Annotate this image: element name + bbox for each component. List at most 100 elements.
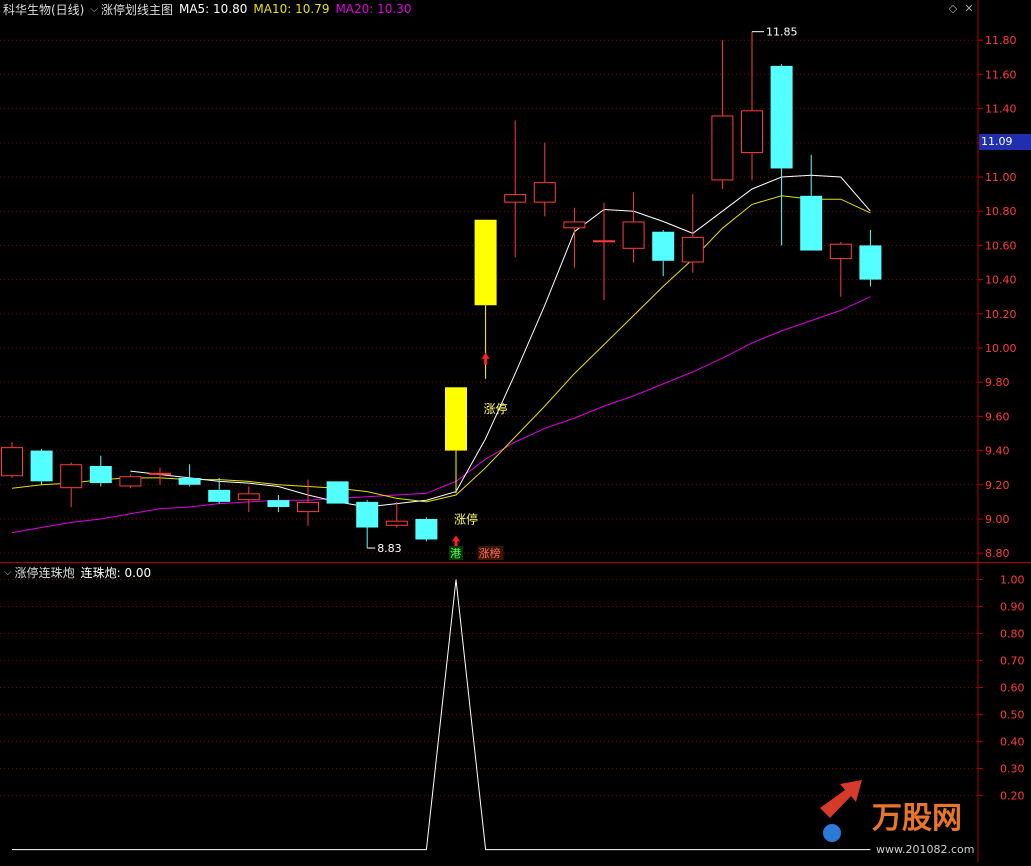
price-annotations: 11.85 8.83 涨停 涨停 港 涨榜 bbox=[367, 26, 798, 560]
sub-tick-label: 0.50 bbox=[1000, 709, 1025, 722]
close-icon[interactable]: ✕ bbox=[962, 2, 976, 16]
ma20-label: MA20: 10.30 bbox=[335, 2, 412, 16]
candle bbox=[504, 120, 527, 258]
candle bbox=[60, 462, 83, 507]
sub-tick-label: 0.40 bbox=[1000, 736, 1025, 749]
candle-body bbox=[208, 489, 231, 502]
high-marker: 11.85 bbox=[752, 26, 798, 39]
stock-title[interactable]: 科华生物(日线) bbox=[3, 1, 84, 18]
candle bbox=[356, 500, 379, 549]
arrow-shape bbox=[481, 352, 490, 365]
candle-body bbox=[89, 465, 112, 484]
sub-dropdown-icon[interactable]: ⌵ bbox=[4, 567, 12, 578]
watermark-brand: 万股网 bbox=[872, 801, 962, 836]
candle-body bbox=[711, 115, 734, 181]
candle-body bbox=[149, 472, 171, 475]
price-tick-label: 11.00 bbox=[985, 171, 1017, 184]
candle-body bbox=[593, 240, 615, 243]
candle-body bbox=[504, 194, 527, 203]
candle-body bbox=[385, 520, 408, 526]
price-tick-label: 11.60 bbox=[985, 68, 1017, 81]
sub-panel-title[interactable]: 涨停连珠炮 bbox=[15, 564, 75, 581]
candle bbox=[741, 31, 763, 181]
candle bbox=[89, 455, 112, 487]
indicator-name[interactable]: 涨停划线主图 bbox=[101, 1, 173, 18]
price-tick-label: 9.60 bbox=[985, 410, 1010, 423]
candle bbox=[593, 202, 615, 301]
candle bbox=[178, 464, 201, 487]
arrow-shape bbox=[452, 535, 460, 548]
candle-body bbox=[119, 476, 142, 487]
candle-body bbox=[859, 245, 882, 280]
candlestick-series[interactable] bbox=[1, 31, 882, 549]
candle-body bbox=[326, 481, 349, 504]
up-arrow-icon bbox=[481, 352, 490, 365]
price-tick-label: 10.00 bbox=[985, 342, 1017, 355]
candle-body bbox=[1, 447, 23, 477]
candle bbox=[800, 154, 823, 251]
sub-panel-value: 连珠炮: 0.00 bbox=[80, 565, 152, 580]
current-price-tag: 11.09 bbox=[979, 134, 1031, 150]
price-tick-label: 8.80 bbox=[985, 547, 1010, 560]
up-arrow-icon bbox=[452, 535, 460, 548]
candle bbox=[119, 474, 142, 489]
stock-chart[interactable]: 11.8011.6011.4011.2011.0010.8010.6010.40… bbox=[0, 0, 1031, 862]
logo-coin-icon bbox=[823, 824, 841, 842]
candle bbox=[711, 40, 734, 189]
tag-zhangbang[interactable]: 涨榜 bbox=[477, 546, 504, 560]
candle-body bbox=[800, 195, 823, 251]
candle-body bbox=[533, 182, 556, 203]
candle-body bbox=[237, 493, 260, 501]
candle-body bbox=[681, 236, 704, 263]
candle-body bbox=[297, 501, 319, 513]
sub-tick-label: 1.00 bbox=[1000, 574, 1025, 587]
candle bbox=[149, 467, 171, 485]
price-tick-label: 11.80 bbox=[985, 34, 1017, 47]
sub-tick-label: 0.80 bbox=[1000, 628, 1025, 641]
sub-panel-header: ⌵ 涨停连珠炮 连珠炮: 0.00 bbox=[0, 564, 157, 580]
candle-body bbox=[415, 518, 438, 540]
tag-gang-text: 港 bbox=[450, 547, 461, 560]
candle-body bbox=[741, 110, 763, 154]
watermark-url: www.201082.com bbox=[876, 843, 974, 856]
price-tick-label: 10.60 bbox=[985, 239, 1017, 252]
sub-tick-label: 0.90 bbox=[1000, 601, 1025, 614]
sub-tick-label: 0.20 bbox=[1000, 790, 1025, 803]
candle-body bbox=[770, 65, 793, 169]
candle bbox=[770, 64, 793, 246]
chart-header: 科华生物(日线) ⌵ 涨停划线主图 MA5: 10.80 MA10: 10.79… bbox=[0, 0, 418, 18]
candle-body bbox=[622, 221, 645, 249]
price-tick-label: 9.00 bbox=[985, 513, 1010, 526]
candle bbox=[652, 230, 675, 277]
candle bbox=[829, 241, 852, 297]
candle bbox=[859, 230, 882, 287]
candle-body bbox=[445, 387, 467, 451]
candle bbox=[415, 517, 438, 542]
candle bbox=[1, 442, 23, 478]
candle bbox=[533, 142, 556, 217]
sub-tick-label: 0.30 bbox=[1000, 763, 1025, 776]
candle bbox=[237, 486, 260, 513]
sub-tick-label: 0.60 bbox=[1000, 682, 1025, 695]
candle bbox=[622, 192, 645, 263]
price-tick-label: 9.20 bbox=[985, 479, 1010, 492]
sub-axis: 1.00 0.90 0.80 0.70 0.60 0.50 0.40 0.30 0.20 bbox=[978, 574, 1025, 803]
candle-body bbox=[474, 219, 497, 306]
tag-gang[interactable]: 港 bbox=[449, 546, 463, 560]
price-tick-label: 9.80 bbox=[985, 376, 1010, 389]
ma10-line bbox=[11, 195, 871, 503]
candle-body bbox=[60, 464, 83, 489]
price-tick-label: 11.40 bbox=[985, 103, 1017, 116]
diamond-icon[interactable]: ◇ bbox=[946, 2, 960, 16]
price-tick-label: 10.40 bbox=[985, 274, 1017, 287]
sub-tick-label: 0.70 bbox=[1000, 655, 1025, 668]
candle-body bbox=[563, 221, 586, 229]
candle-body bbox=[30, 450, 53, 482]
indicator-dropdown-icon[interactable]: ⌵ bbox=[90, 4, 98, 15]
candle-body bbox=[356, 501, 379, 528]
candle-body bbox=[829, 243, 852, 260]
candle bbox=[385, 501, 408, 528]
ma5-label: MA5: 10.80 bbox=[178, 2, 248, 16]
ma5-line bbox=[130, 174, 871, 508]
ma10-label: MA10: 10.79 bbox=[253, 2, 330, 16]
